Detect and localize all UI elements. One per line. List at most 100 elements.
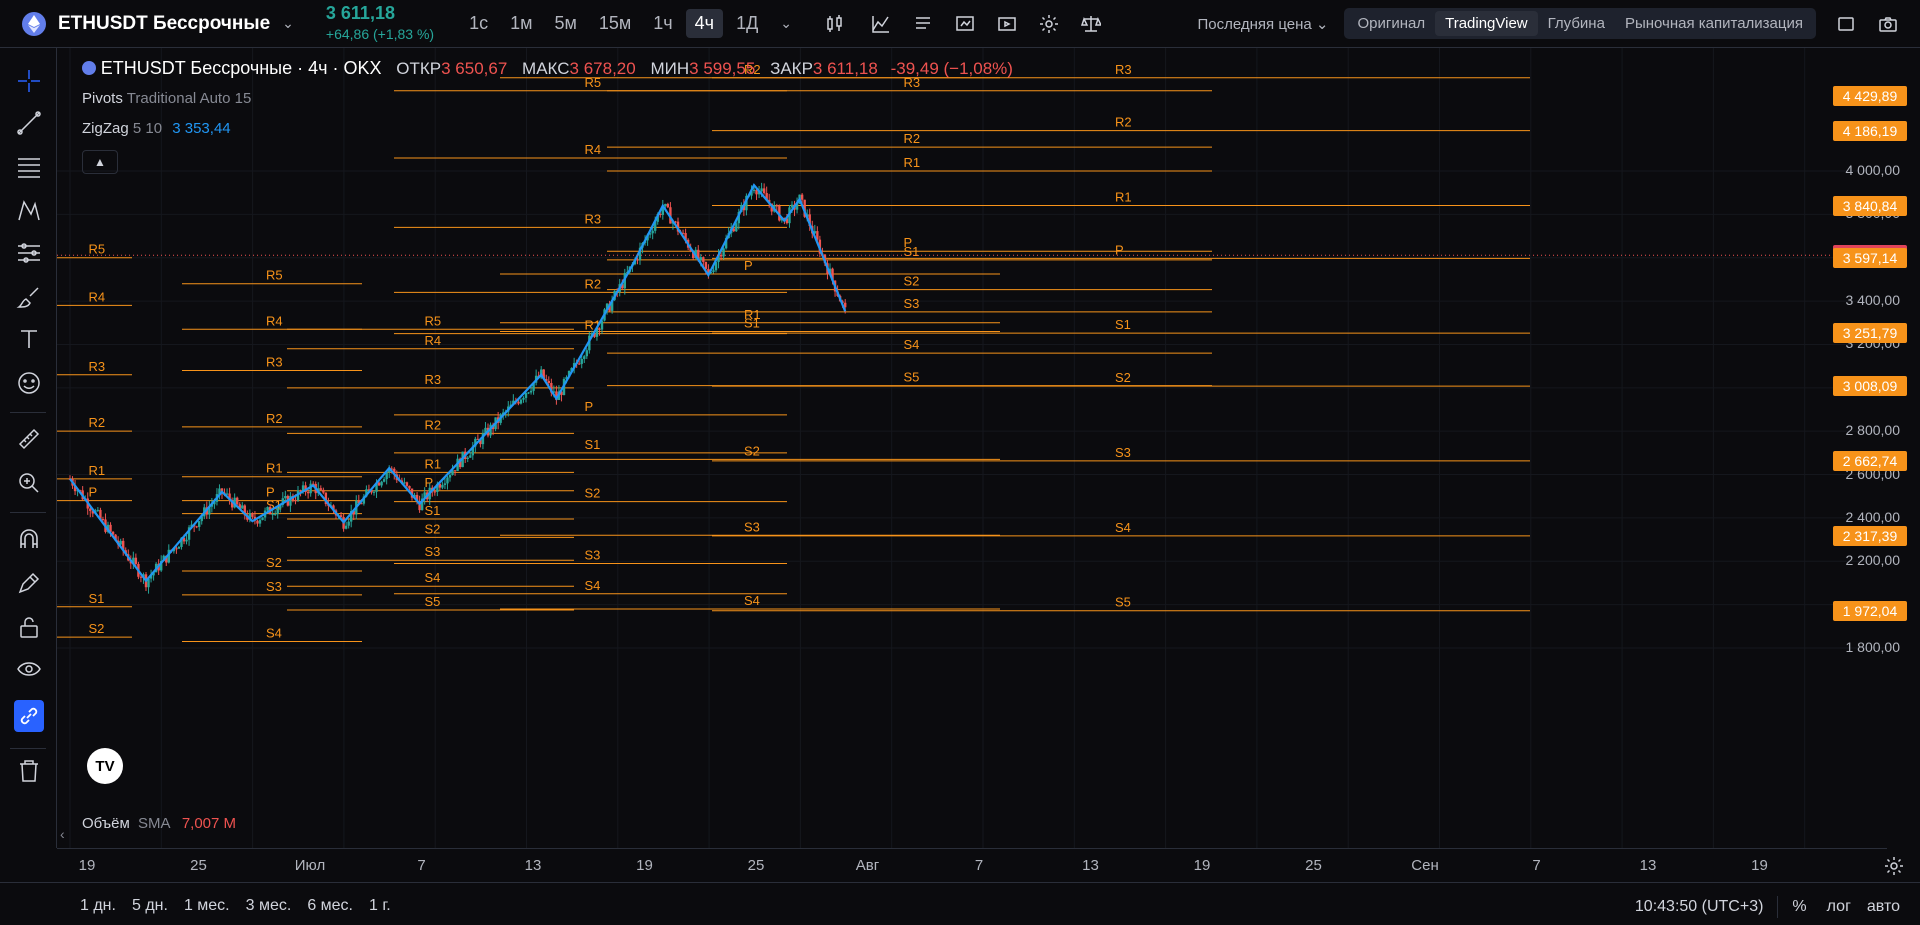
clock[interactable]: 10:43:50 (UTC+3) bbox=[1635, 898, 1764, 916]
candle bbox=[598, 328, 601, 330]
pivot-level-label: R1 bbox=[266, 461, 283, 476]
timeframe-1d[interactable]: 1Д bbox=[727, 9, 767, 38]
candle bbox=[372, 491, 376, 493]
range-6m[interactable]: 6 мес. bbox=[307, 897, 353, 915]
zoom-in-icon[interactable] bbox=[16, 470, 42, 496]
pivot-level-label: S4 bbox=[904, 337, 920, 352]
candle bbox=[527, 392, 530, 394]
price-type-dropdown[interactable]: Последняя цена ⌄ bbox=[1197, 15, 1328, 33]
view-tradingview[interactable]: TradingView bbox=[1435, 11, 1538, 36]
emoji-icon[interactable] bbox=[16, 370, 42, 396]
timeframe-4h[interactable]: 4ч bbox=[685, 9, 724, 38]
chart-settings-gear-icon[interactable] bbox=[1884, 856, 1904, 881]
pivot-level-label: R2 bbox=[266, 411, 283, 426]
window-icon[interactable] bbox=[1834, 12, 1858, 36]
timeframe-1m[interactable]: 1м bbox=[501, 9, 541, 38]
candle bbox=[578, 363, 581, 365]
candles-type-icon[interactable] bbox=[823, 12, 847, 36]
candle bbox=[258, 519, 262, 524]
volume-value: 7,007 M bbox=[181, 815, 237, 832]
time-axis-label: 7 bbox=[1532, 857, 1541, 874]
pivot-level-label: S3 bbox=[1115, 445, 1131, 460]
pivots-indicator-legend[interactable]: Pivots Traditional Auto 15 bbox=[82, 90, 251, 107]
price-axis-marker: 4 429,89 bbox=[1833, 86, 1907, 106]
price-axis-marker: 2 317,39 bbox=[1833, 525, 1907, 546]
pivot-level-label: S3 bbox=[425, 544, 441, 559]
pivot-level-label: S4 bbox=[425, 570, 441, 585]
zigzag-params: 5 10 bbox=[132, 120, 163, 137]
candle bbox=[405, 482, 409, 486]
candle bbox=[453, 470, 457, 472]
timeframe-1s[interactable]: 1с bbox=[460, 9, 497, 38]
time-axis[interactable]: 19 25 Июл 7 13 19 25 Авг 7 13 19 25 Сен 7 13 19 bbox=[57, 848, 1887, 881]
price-chart[interactable]: P R1 R2 R3 R4 R5 S1 S2 P R1 R2 R3 R4 R5 S1 S2 S3 S4 P R1 R2 R… bbox=[57, 48, 1887, 848]
legend-low: 3 599,55 bbox=[689, 59, 756, 78]
ethereum-logo-icon bbox=[22, 11, 46, 36]
pivot-level-label: S4 bbox=[266, 625, 282, 640]
pivot-level-label: S3 bbox=[266, 579, 282, 594]
collapse-legend-chevron-up-icon[interactable]: ▲ bbox=[82, 150, 118, 174]
candle bbox=[547, 380, 550, 383]
stay-in-drawing-mode-icon[interactable] bbox=[16, 570, 42, 596]
candle bbox=[529, 390, 533, 393]
price-axis-marker: 1 972,04 bbox=[1833, 600, 1907, 621]
candle bbox=[382, 479, 386, 482]
prediction-icon[interactable] bbox=[16, 240, 42, 266]
timeframe-5m[interactable]: 5м bbox=[545, 9, 585, 38]
lock-icon[interactable] bbox=[16, 614, 42, 640]
range-1y[interactable]: 1 г. bbox=[369, 897, 391, 915]
pivot-level-label: S3 bbox=[904, 296, 920, 311]
volume-legend[interactable]: Объём SMA 7,007 M bbox=[82, 815, 236, 832]
brush-icon[interactable] bbox=[16, 284, 42, 310]
candle bbox=[294, 500, 297, 502]
screenshot-camera-icon[interactable] bbox=[1876, 12, 1900, 36]
link-icon[interactable] bbox=[14, 700, 44, 732]
view-depth[interactable]: Глубина bbox=[1538, 11, 1615, 36]
range-3m[interactable]: 3 мес. bbox=[246, 897, 292, 915]
view-original[interactable]: Оригинал bbox=[1347, 11, 1435, 36]
crosshair-icon[interactable] bbox=[16, 68, 42, 94]
zigzag-value: 3 353,44 bbox=[172, 120, 231, 137]
candle bbox=[762, 188, 766, 194]
trend-line-icon[interactable] bbox=[16, 110, 42, 136]
ruler-icon[interactable] bbox=[16, 426, 42, 452]
trash-icon[interactable] bbox=[16, 758, 42, 784]
magnet-icon[interactable] bbox=[16, 526, 42, 552]
view-market-cap[interactable]: Рыночная капитализация bbox=[1615, 11, 1813, 36]
legend-close-label: ЗАКР bbox=[770, 59, 813, 78]
chevron-down-icon: ⌄ bbox=[282, 15, 294, 31]
timeframe-1h[interactable]: 1ч bbox=[644, 9, 681, 38]
symbol-selector[interactable]: ETHUSDT Бессрочные ⌄ bbox=[22, 11, 294, 36]
fib-retracement-icon[interactable] bbox=[16, 154, 42, 180]
candle bbox=[636, 259, 639, 261]
timeframe-15m[interactable]: 15м bbox=[590, 9, 640, 38]
indicators-icon[interactable] bbox=[869, 12, 893, 36]
candle bbox=[198, 521, 201, 527]
compare-scales-icon[interactable] bbox=[1079, 12, 1103, 36]
alert-icon[interactable] bbox=[953, 12, 977, 36]
pivot-level-label: R4 bbox=[266, 313, 283, 328]
pivot-level-label: R3 bbox=[266, 354, 283, 369]
log-toggle[interactable]: лог bbox=[1827, 898, 1851, 916]
pattern-icon[interactable] bbox=[16, 198, 42, 224]
timeframe-more-chevron-icon[interactable]: ⌄ bbox=[771, 11, 801, 36]
templates-icon[interactable] bbox=[911, 12, 935, 36]
candle bbox=[760, 188, 763, 192]
timeframe-selector: 1с 1м 5м 15м 1ч 4ч 1Д ⌄ bbox=[460, 9, 805, 38]
text-tool-icon[interactable] bbox=[16, 326, 42, 352]
settings-gear-icon[interactable] bbox=[1037, 12, 1061, 36]
eye-icon[interactable] bbox=[16, 656, 42, 682]
tradingview-logo[interactable]: TV bbox=[87, 748, 123, 784]
range-1d[interactable]: 1 дн. bbox=[80, 897, 116, 915]
range-5d[interactable]: 5 дн. bbox=[132, 897, 168, 915]
zigzag-indicator-legend[interactable]: ZigZag 5 10 3 353,44 bbox=[82, 120, 231, 137]
zigzag-line bbox=[69, 183, 847, 583]
candle bbox=[319, 488, 322, 490]
auto-toggle[interactable]: авто bbox=[1867, 898, 1900, 916]
candle bbox=[448, 474, 452, 478]
percent-toggle[interactable]: % bbox=[1792, 898, 1806, 916]
range-1m[interactable]: 1 мес. bbox=[184, 897, 230, 915]
pivot-level-label: S2 bbox=[744, 443, 760, 458]
replay-icon[interactable] bbox=[995, 12, 1019, 36]
legend-high: 3 678,20 bbox=[569, 59, 636, 78]
